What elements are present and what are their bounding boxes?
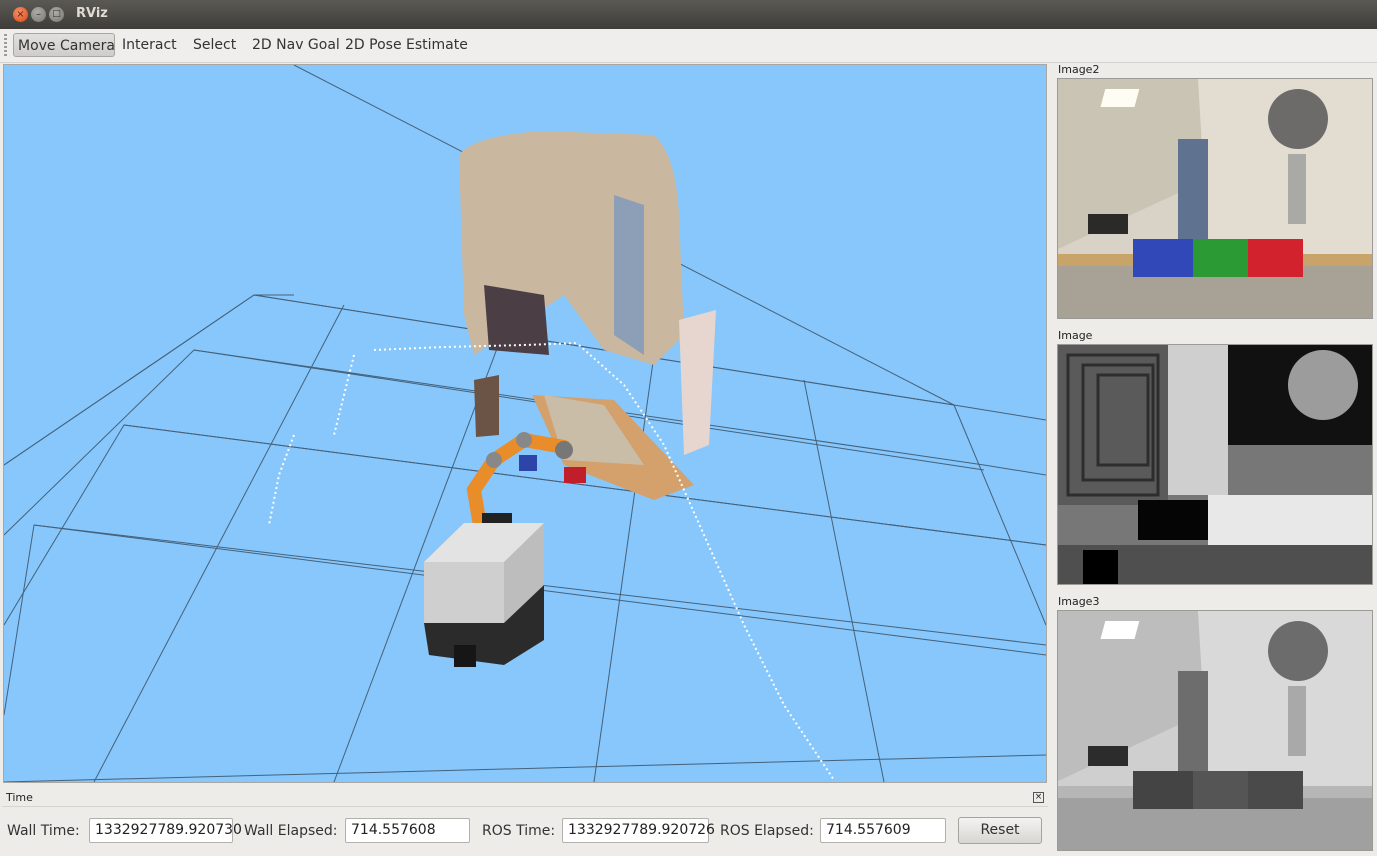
close-window-button[interactable]: × <box>13 7 28 22</box>
depth-image-view <box>1057 344 1373 585</box>
minimize-window-button[interactable]: – <box>31 7 46 22</box>
time-panel-title: Time <box>6 791 33 804</box>
tools-toolbar: Move Camera Interact Select 2D Nav Goal … <box>0 29 1377 63</box>
wall-elapsed-field[interactable]: 714.557608 <box>345 818 470 843</box>
maximize-icon: □ <box>52 9 61 19</box>
image2-panel-title: Image2 <box>1058 63 1100 76</box>
tool-interact[interactable]: Interact <box>122 33 177 57</box>
image3-panel: Image3 <box>1054 594 1376 856</box>
time-panel-header: Time × <box>2 789 1048 807</box>
window-title: RViz <box>76 6 108 21</box>
window-title-bar: × – □ RViz <box>0 0 1377 29</box>
wall-elapsed-label: Wall Elapsed: <box>244 823 338 839</box>
image3-grayscale-view <box>1057 610 1373 851</box>
depth-image-panel: Image <box>1054 328 1376 590</box>
time-panel: Time × Wall Time: 1332927789.920730 Wall… <box>0 787 1050 856</box>
3d-scene <box>4 65 1046 782</box>
3d-render-viewport[interactable] <box>3 64 1047 783</box>
tool-2d-pose-estimate[interactable]: 2D Pose Estimate <box>345 33 468 57</box>
wall-time-field[interactable]: 1332927789.920730 <box>89 818 242 843</box>
tool-2d-nav-goal[interactable]: 2D Nav Goal <box>252 33 340 57</box>
reset-button[interactable]: Reset <box>958 817 1042 844</box>
ros-time-field[interactable]: 1332927789.920726 <box>562 818 715 843</box>
mobile-robot-base <box>424 523 544 667</box>
wall-time-label: Wall Time: <box>7 823 80 839</box>
image3-panel-title: Image3 <box>1058 595 1100 608</box>
close-icon: × <box>16 9 25 20</box>
tool-move-camera[interactable]: Move Camera <box>13 33 115 57</box>
ros-elapsed-field[interactable]: 714.557609 <box>820 818 946 843</box>
minimize-icon: – <box>36 9 41 20</box>
close-icon[interactable]: × <box>1033 792 1044 803</box>
point-cloud <box>459 131 716 500</box>
image2-panel: Image2 <box>1054 62 1376 324</box>
ros-time-label: ROS Time: <box>482 823 556 839</box>
tool-select[interactable]: Select <box>193 33 236 57</box>
image2-color-view <box>1057 78 1373 319</box>
maximize-window-button[interactable]: □ <box>49 7 64 22</box>
depth-image-panel-title: Image <box>1058 329 1093 342</box>
ros-elapsed-label: ROS Elapsed: <box>720 823 814 839</box>
toolbar-grip-handle[interactable] <box>4 34 7 58</box>
